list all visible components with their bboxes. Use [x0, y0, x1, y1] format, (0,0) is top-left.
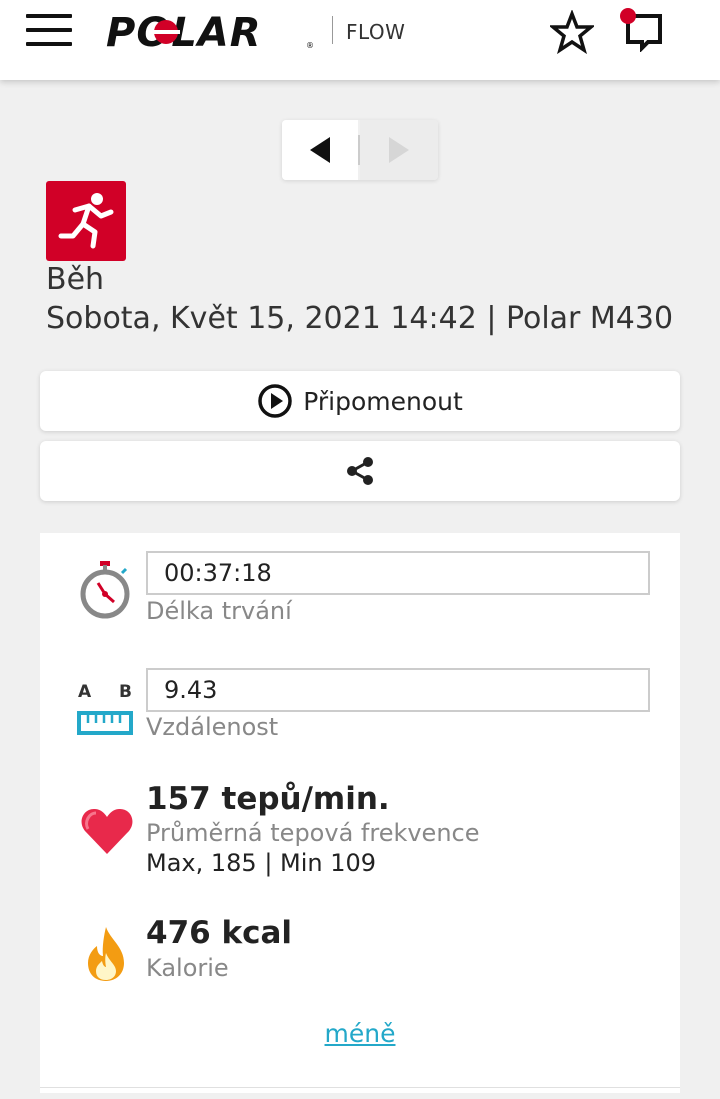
distance-label: Vzdálenost	[146, 713, 279, 741]
polar-logo[interactable]: POLAR ®	[106, 10, 316, 62]
ruler-letter-b: B	[119, 682, 132, 702]
calories-label: Kalorie	[146, 954, 229, 982]
session-navigation	[282, 120, 438, 180]
ruler-letter-a: A	[78, 682, 92, 702]
share-icon	[347, 457, 373, 485]
triangle-left-icon	[310, 137, 330, 163]
play-circle-icon	[258, 384, 292, 418]
logo-divider	[332, 16, 333, 44]
hamburger-menu-icon[interactable]	[26, 12, 74, 52]
replay-button[interactable]: Připomenout	[40, 371, 680, 431]
heart-rate-label: Průměrná tepová frekvence	[146, 819, 480, 847]
notification-dot	[620, 8, 636, 24]
ruler-icon: A B	[76, 679, 136, 743]
previous-session-button[interactable]	[282, 120, 358, 180]
training-summary: 00:37:18 Délka trvání A B 9.43 Vzdálenos…	[40, 533, 680, 1093]
next-session-button[interactable]	[360, 120, 438, 180]
calories-value: 476 kcal	[146, 915, 293, 951]
product-name: FLOW	[346, 20, 406, 44]
session-date-device: Sobota, Květ 15, 2021 14:42 | Polar M430	[46, 301, 674, 336]
show-less-link[interactable]: méně	[40, 1019, 680, 1048]
star-icon	[548, 9, 596, 55]
flame-icon	[84, 925, 128, 987]
logo-registered: ®	[306, 41, 314, 50]
heart-rate-max-min: Max, 185 | Min 109	[146, 849, 377, 877]
logo-text: POLAR	[106, 10, 262, 56]
triangle-right-icon	[389, 137, 409, 163]
messages-button[interactable]	[620, 8, 668, 53]
favorite-button[interactable]	[548, 9, 596, 55]
stopwatch-icon	[78, 559, 132, 625]
running-icon	[58, 193, 114, 249]
share-button[interactable]	[40, 441, 680, 501]
duration-field[interactable]: 00:37:18	[146, 551, 650, 595]
sport-name: Běh	[46, 262, 105, 297]
summary-divider	[40, 1087, 680, 1088]
distance-field[interactable]: 9.43	[146, 668, 650, 712]
replay-label: Připomenout	[303, 386, 463, 416]
app-header: POLAR ® FLOW	[0, 0, 720, 80]
heart-rate-value: 157 tepů/min.	[146, 781, 390, 817]
heart-icon	[80, 807, 134, 861]
polar-logo-icon: POLAR ®	[106, 10, 314, 56]
duration-label: Délka trvání	[146, 597, 292, 625]
sport-badge	[46, 181, 126, 261]
